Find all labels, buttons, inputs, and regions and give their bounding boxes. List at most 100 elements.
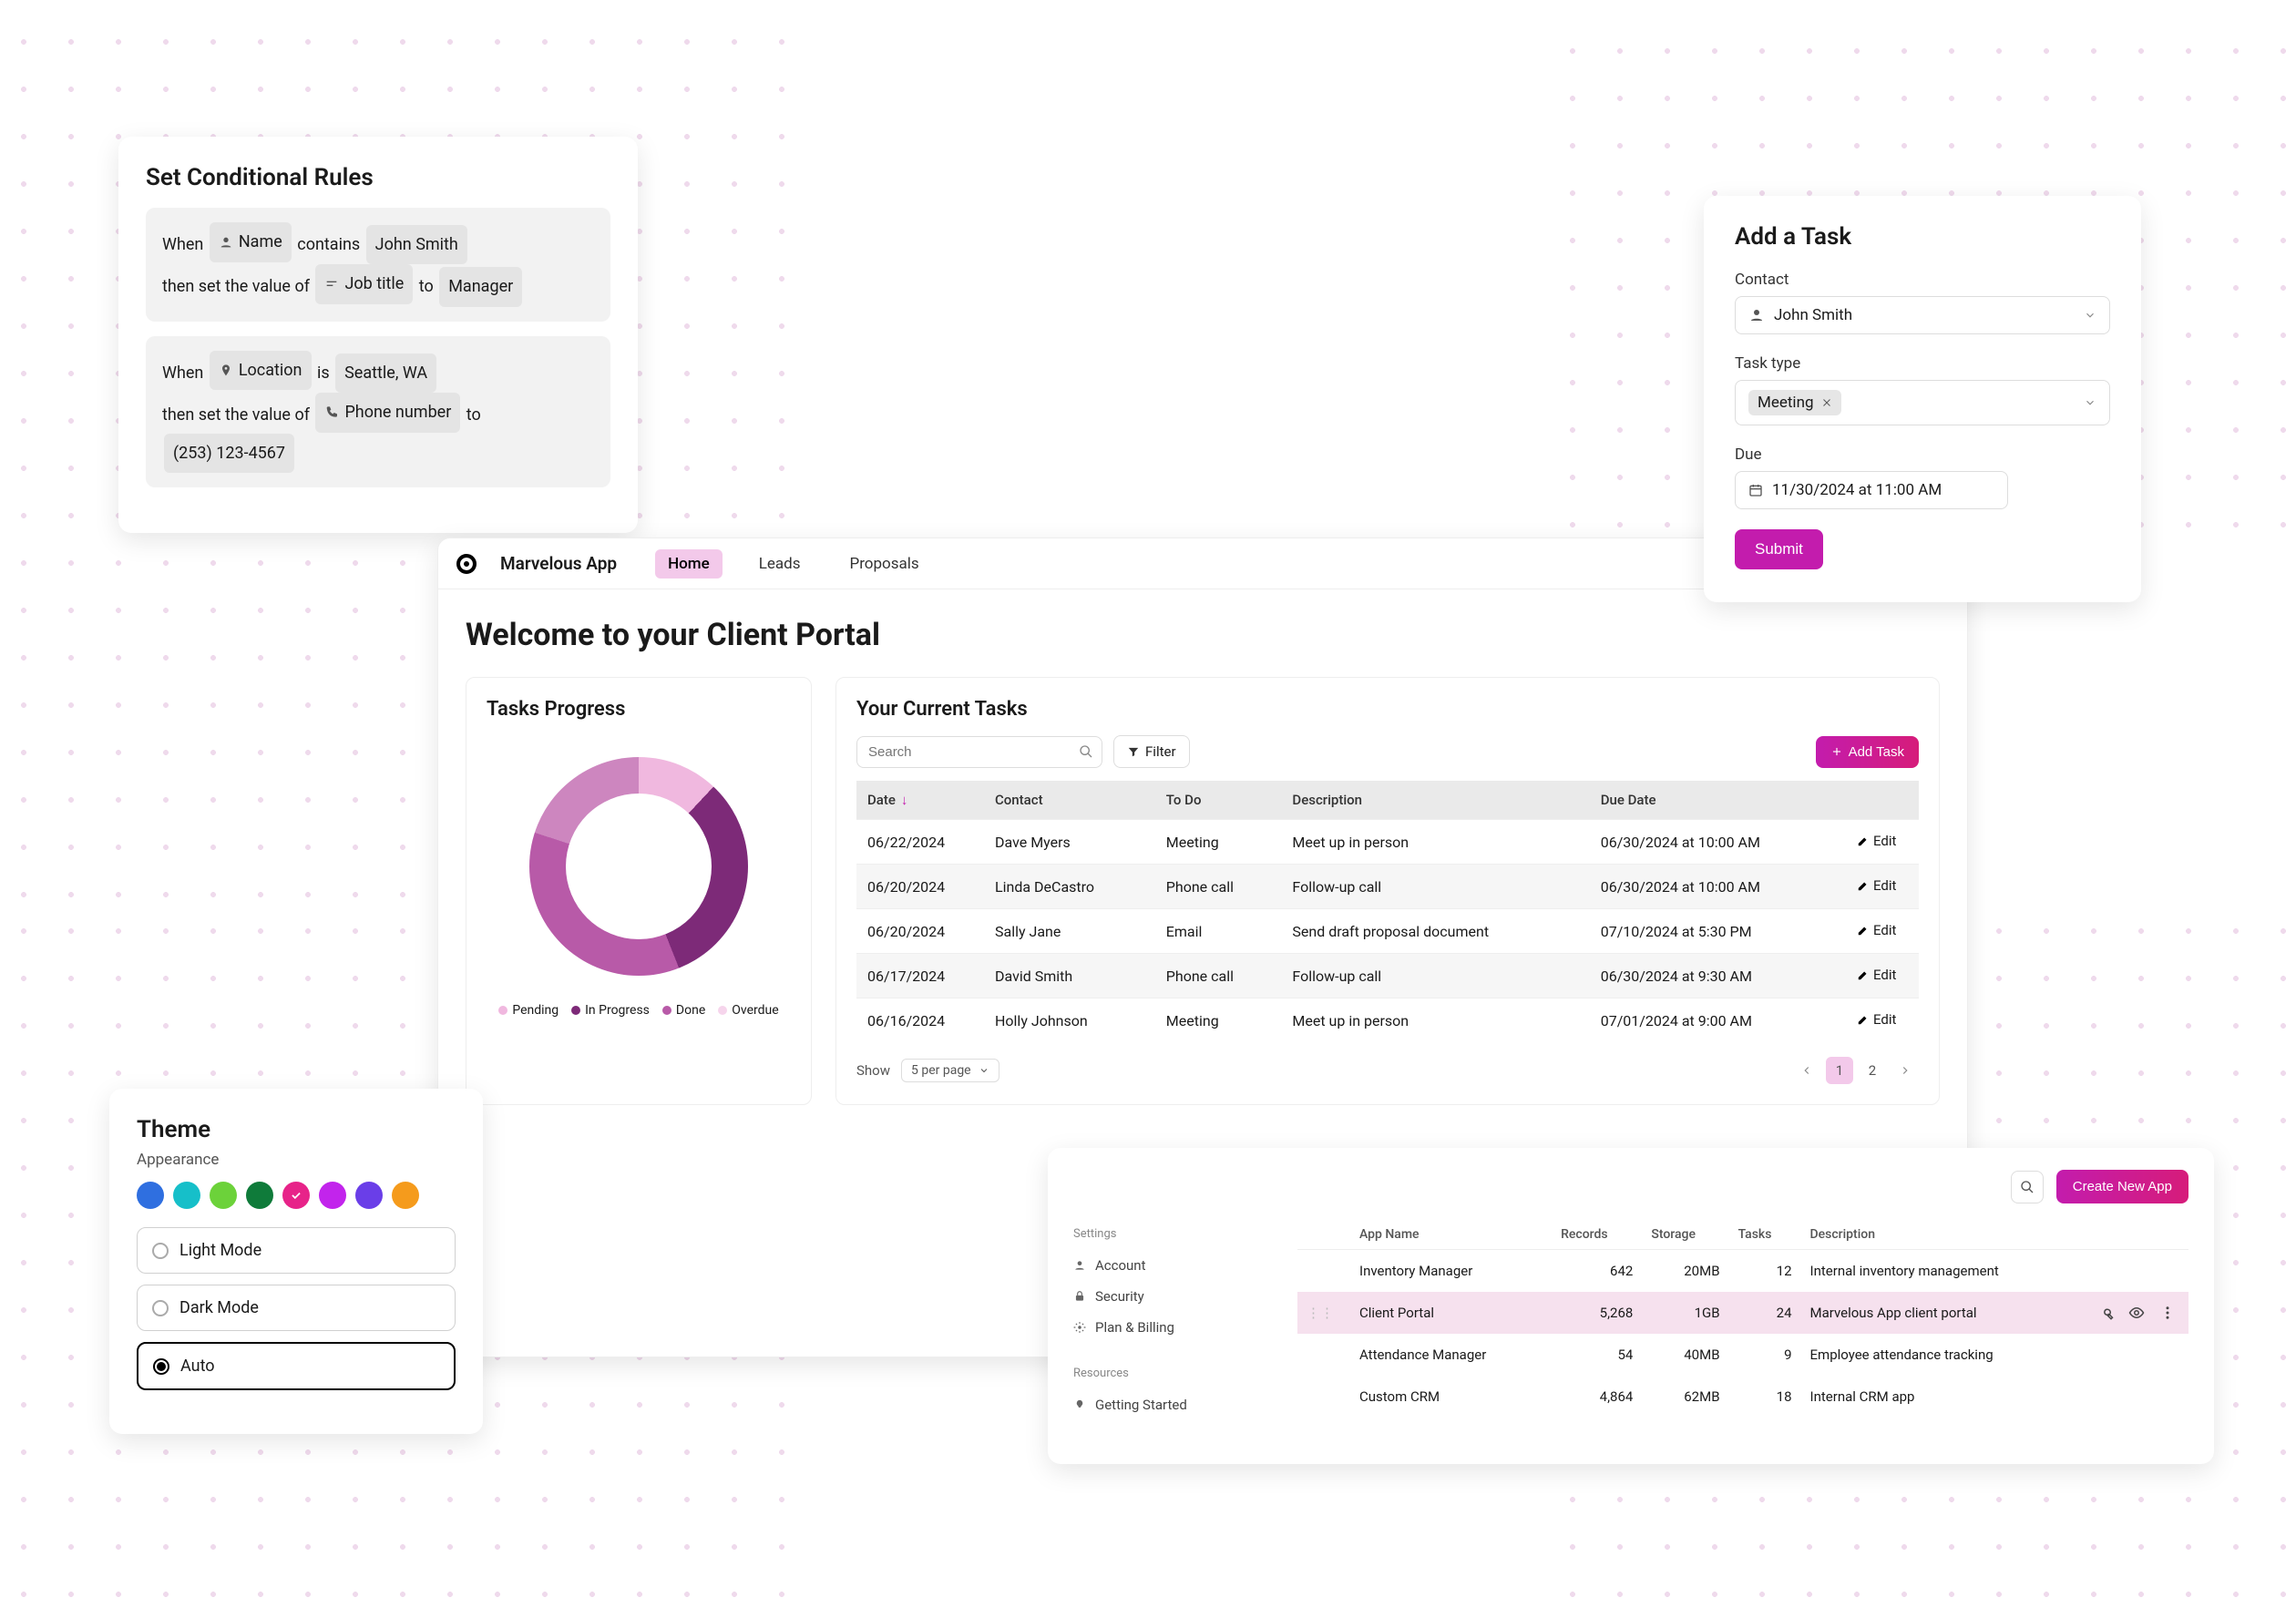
rule-field-location[interactable]: Location <box>210 351 312 391</box>
rule-then: then set the value of <box>162 405 310 425</box>
col-appname[interactable]: App Name <box>1350 1220 1552 1250</box>
cell-desc: Internal inventory management <box>1801 1250 2088 1293</box>
theme-swatch[interactable] <box>210 1182 237 1209</box>
sidebar-item-plan[interactable]: Plan & Billing <box>1073 1312 1265 1343</box>
edit-button[interactable]: Edit <box>1857 877 1896 894</box>
col-due[interactable]: Due Date <box>1590 781 1846 820</box>
theme-swatch[interactable] <box>392 1182 419 1209</box>
cell-appname: Custom CRM <box>1350 1376 1552 1418</box>
rule-op: contains <box>297 235 360 254</box>
cell-due: 06/30/2024 at 10:00 AM <box>1590 865 1846 909</box>
cell-storage: 62MB <box>1642 1376 1728 1418</box>
sidebar-item-account[interactable]: Account <box>1073 1250 1265 1281</box>
rule-value-2[interactable]: (253) 123-4567 <box>164 434 294 474</box>
apps-sidebar: Settings Account Security Plan & Billing… <box>1073 1220 1265 1420</box>
page-2[interactable]: 2 <box>1859 1057 1886 1084</box>
cell-tasks: 12 <box>1729 1250 1801 1293</box>
more-icon[interactable] <box>2159 1305 2176 1321</box>
cell-storage: 20MB <box>1642 1250 1728 1293</box>
edit-button[interactable]: Edit <box>1857 922 1896 938</box>
rule-when: When <box>162 235 203 254</box>
conditional-rules-card: Set Conditional Rules When Name contains… <box>118 137 638 533</box>
nav-leads[interactable]: Leads <box>746 549 814 579</box>
theme-swatch[interactable] <box>246 1182 273 1209</box>
page-prev[interactable] <box>1793 1057 1820 1084</box>
theme-swatch[interactable] <box>173 1182 200 1209</box>
filter-button[interactable]: Filter <box>1113 735 1190 768</box>
table-row[interactable]: Attendance Manager5440MB9Employee attend… <box>1297 1334 2188 1376</box>
page-1[interactable]: 1 <box>1826 1057 1853 1084</box>
tasks-search-input[interactable] <box>856 736 1102 768</box>
col-date[interactable]: Date <box>867 792 896 808</box>
mode-light[interactable]: Light Mode <box>137 1227 456 1274</box>
cell-date: 06/22/2024 <box>856 820 984 865</box>
rule-field-jobtitle[interactable]: Job title <box>315 264 413 304</box>
tasktype-tag[interactable]: Meeting <box>1748 390 1841 415</box>
add-task-button[interactable]: Add Task <box>1816 736 1919 768</box>
close-icon[interactable] <box>1821 397 1832 408</box>
current-tasks-title: Your Current Tasks <box>856 698 1919 721</box>
due-input[interactable]: 11/30/2024 at 11:00 AM <box>1735 471 2008 509</box>
mode-light-label: Light Mode <box>179 1241 261 1260</box>
search-icon <box>1079 744 1093 759</box>
cell-due: 07/10/2024 at 5:30 PM <box>1590 909 1846 954</box>
table-row[interactable]: 06/17/2024David SmithPhone callFollow-up… <box>856 954 1919 998</box>
table-row[interactable]: ⋮⋮Client Portal5,2681GB24Marvelous App c… <box>1297 1292 2188 1334</box>
contact-select[interactable]: John Smith <box>1735 296 2110 334</box>
rule-value[interactable]: Seattle, WA <box>335 353 436 394</box>
rule-field-name[interactable]: Name <box>210 222 292 262</box>
table-row[interactable]: 06/16/2024Holly JohnsonMeetingMeet up in… <box>856 998 1919 1043</box>
cell-appname: Client Portal <box>1350 1292 1552 1334</box>
table-row[interactable]: 06/20/2024Sally JaneEmailSend draft prop… <box>856 909 1919 954</box>
table-row[interactable]: Inventory Manager64220MB12Internal inven… <box>1297 1250 2188 1293</box>
cell-tasks: 24 <box>1729 1292 1801 1334</box>
cell-date: 06/17/2024 <box>856 954 984 998</box>
tasktype-select[interactable]: Meeting <box>1735 380 2110 425</box>
page-next[interactable] <box>1891 1057 1919 1084</box>
theme-swatch[interactable] <box>282 1182 310 1209</box>
tasks-search[interactable] <box>856 736 1102 768</box>
table-row[interactable]: 06/20/2024Linda DeCastroPhone callFollow… <box>856 865 1919 909</box>
sidebar-hdr-settings: Settings <box>1073 1227 1265 1241</box>
nav-proposals[interactable]: Proposals <box>836 549 931 579</box>
col-records[interactable]: Records <box>1552 1220 1642 1250</box>
cell-due: 06/30/2024 at 9:30 AM <box>1590 954 1846 998</box>
per-page-select[interactable]: 5 per page <box>901 1059 999 1082</box>
cell-due: 06/30/2024 at 10:00 AM <box>1590 820 1846 865</box>
apps-search-button[interactable] <box>2011 1171 2044 1203</box>
theme-swatch[interactable] <box>319 1182 346 1209</box>
col-todo[interactable]: To Do <box>1155 781 1282 820</box>
plus-icon <box>1830 745 1843 758</box>
rule-value[interactable]: John Smith <box>366 225 467 265</box>
col-storage[interactable]: Storage <box>1642 1220 1728 1250</box>
theme-card: Theme Appearance Light Mode Dark Mode Au… <box>109 1089 483 1434</box>
search-icon <box>2020 1180 2035 1194</box>
cell-date: 06/20/2024 <box>856 865 984 909</box>
nav-home[interactable]: Home <box>655 549 723 579</box>
sidebar-item-security[interactable]: Security <box>1073 1281 1265 1312</box>
rule-field-phone[interactable]: Phone number <box>315 393 460 433</box>
table-row[interactable]: Custom CRM4,86462MB18Internal CRM app <box>1297 1376 2188 1418</box>
mode-dark[interactable]: Dark Mode <box>137 1285 456 1331</box>
sidebar-item-getting-started[interactable]: Getting Started <box>1073 1389 1265 1420</box>
theme-swatch[interactable] <box>137 1182 164 1209</box>
rule-when: When <box>162 364 203 383</box>
col-desc[interactable]: Description <box>1281 781 1589 820</box>
edit-button[interactable]: Edit <box>1857 833 1896 849</box>
col-desc[interactable]: Description <box>1801 1220 2088 1250</box>
theme-swatch[interactable] <box>355 1182 383 1209</box>
edit-button[interactable]: Edit <box>1857 967 1896 983</box>
edit-button[interactable]: Edit <box>1857 1011 1896 1028</box>
create-new-app-button[interactable]: Create New App <box>2056 1170 2188 1203</box>
drag-handle-icon[interactable]: ⋮⋮ <box>1307 1305 1341 1321</box>
apps-card: Create New App Settings Account Security… <box>1048 1148 2214 1464</box>
col-contact[interactable]: Contact <box>984 781 1155 820</box>
table-row[interactable]: 06/22/2024Dave MyersMeetingMeet up in pe… <box>856 820 1919 865</box>
col-tasks[interactable]: Tasks <box>1729 1220 1801 1250</box>
submit-button[interactable]: Submit <box>1735 529 1823 569</box>
rule-value-2[interactable]: Manager <box>439 267 522 307</box>
eye-icon[interactable] <box>2128 1305 2145 1321</box>
cell-tasks: 18 <box>1729 1376 1801 1418</box>
mode-auto[interactable]: Auto <box>137 1342 456 1390</box>
wrench-icon[interactable] <box>2097 1305 2114 1321</box>
